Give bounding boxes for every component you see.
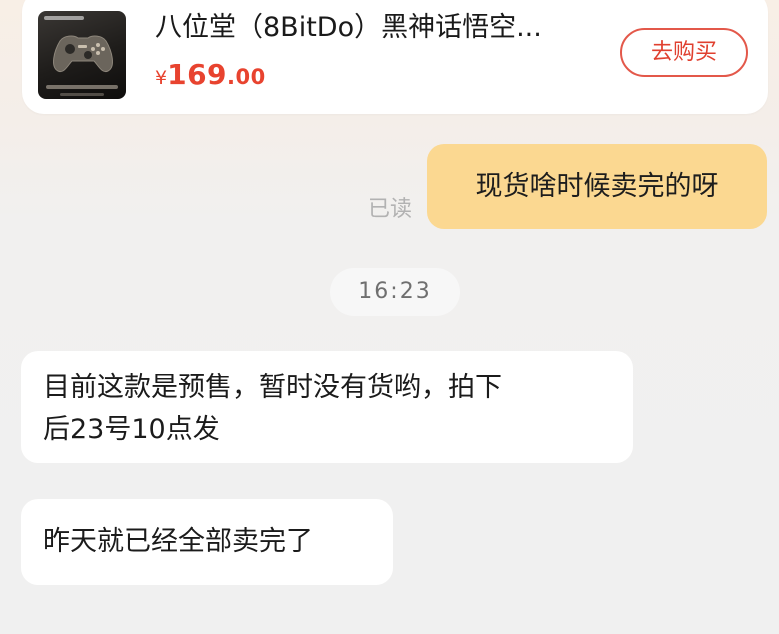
message-line: 目前这款是预售，暂时没有货哟，拍下: [43, 372, 502, 403]
product-thumbnail[interactable]: [38, 11, 126, 99]
message-line: 后23号10点发: [43, 414, 220, 445]
incoming-message-bubble[interactable]: 目前这款是预售，暂时没有货哟，拍下 后23号10点发: [21, 351, 633, 463]
thumbnail-brand-strip: [44, 16, 84, 20]
product-title[interactable]: 八位堂（8BitDo）黑神话悟空...: [155, 10, 615, 46]
price-integer: 169: [167, 58, 228, 91]
message-timestamp: 16:23: [330, 268, 460, 316]
incoming-message-bubble[interactable]: 昨天就已经全部卖完了: [21, 499, 393, 585]
product-card[interactable]: 八位堂（8BitDo）黑神话悟空... ¥169.00 去购买: [22, 0, 768, 114]
buy-button[interactable]: 去购买: [620, 28, 748, 77]
read-status: 已读: [368, 197, 413, 222]
outgoing-message-bubble[interactable]: 现货啥时候卖完的呀: [427, 144, 767, 229]
thumbnail-subcaption: [60, 93, 104, 96]
price-currency: ¥: [155, 67, 168, 89]
product-price: ¥169.00: [155, 58, 266, 91]
price-decimal: .00: [227, 65, 266, 89]
game-controller-icon: [53, 35, 113, 73]
thumbnail-caption: [46, 85, 118, 89]
